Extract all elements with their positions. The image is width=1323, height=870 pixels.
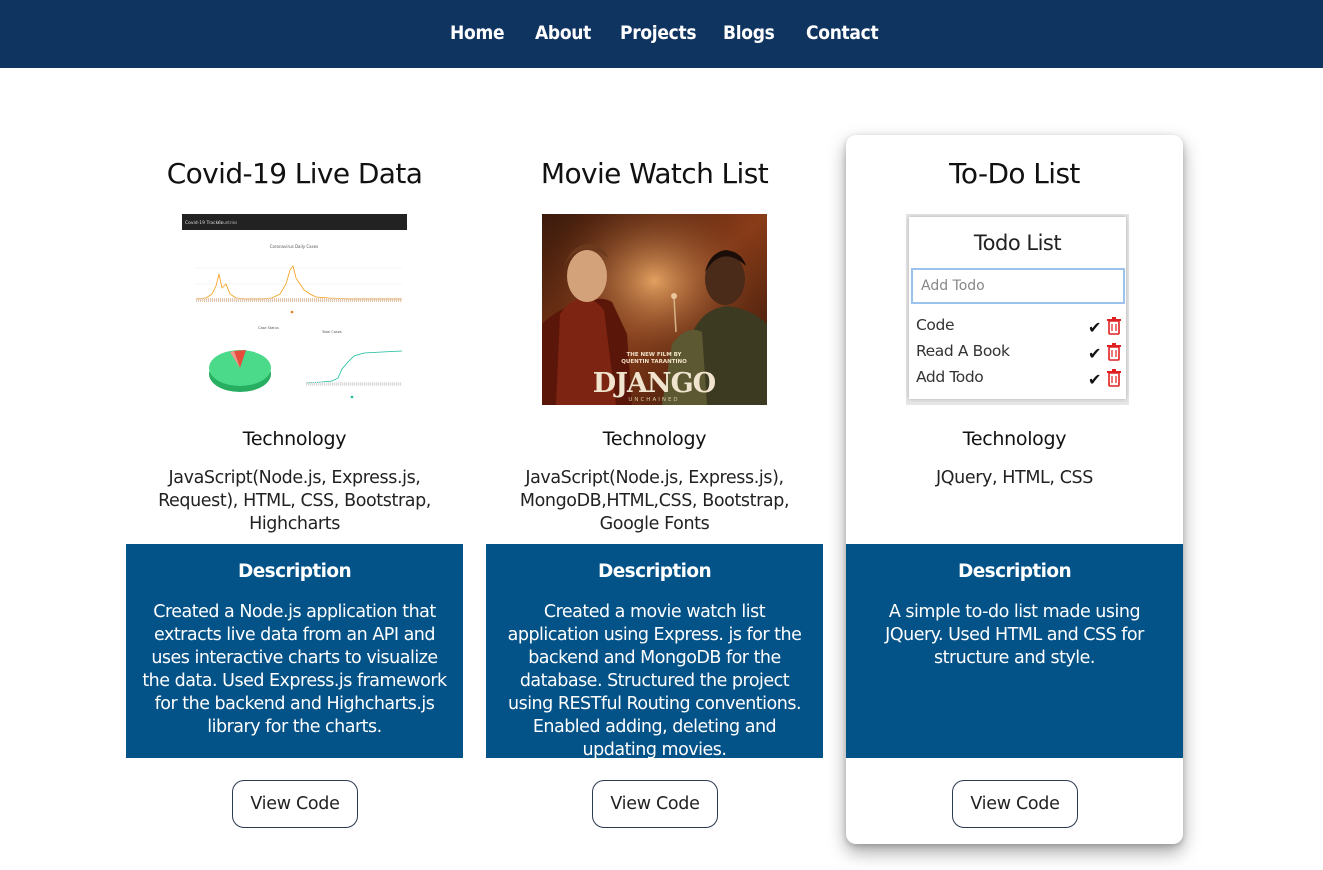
description-heading: Description — [597, 561, 712, 582]
project-title: To-Do List — [949, 157, 1080, 190]
todo-app-title: Todo List — [973, 231, 1062, 255]
trash-icon — [1107, 369, 1121, 387]
view-code-button[interactable]: View Code — [952, 780, 1078, 828]
technology-list: JQuery, HTML, CSS — [936, 468, 1093, 488]
todo-app-image: Todo List Add Todo Code ✔ Read A Book ✔ … — [906, 214, 1129, 405]
technology-list: JavaScript(Node.js, Express.js), MongoDB… — [519, 468, 790, 534]
thumb-chart-title: Case Status — [258, 326, 279, 330]
covid-dashboard-thumbnail: Covid-19 Tracker Countries Coronavirus D… — [182, 214, 407, 405]
thumb-chart-title: Total Cases — [321, 330, 342, 334]
nav-links: Home About Projects Blogs Contact — [0, 0, 1323, 68]
trash-icon — [1107, 317, 1121, 335]
todo-item: Code ✔ — [916, 316, 1121, 340]
poster-subtitle: UNCHAINED — [628, 397, 679, 403]
description-heading: Description — [237, 561, 352, 582]
todo-item-label: Add Todo — [916, 368, 984, 386]
nav-about-link[interactable]: About — [535, 22, 591, 44]
todo-item: Read A Book ✔ — [916, 342, 1121, 366]
nav-home-link[interactable]: Home — [450, 22, 505, 44]
project-card-movie: Movie Watch List THE NEW FILM BY QUENTIN… — [486, 135, 823, 844]
project-title: Movie Watch List — [540, 157, 769, 190]
nav-blogs-link[interactable]: Blogs — [723, 22, 775, 44]
view-code-button[interactable]: View Code — [232, 780, 358, 828]
nav-contact-link[interactable]: Contact — [806, 22, 879, 44]
movie-poster-thumbnail: THE NEW FILM BY QUENTIN TARANTINO DJANGO… — [542, 214, 767, 405]
check-icon: ✔ — [1087, 318, 1101, 337]
description-heading: Description — [957, 561, 1072, 582]
thumb-header-text: Countries — [218, 220, 237, 225]
description-text: A simple to-do list made using JQuery. U… — [885, 602, 1144, 668]
technology-heading: Technology — [242, 428, 347, 450]
nav-projects-link[interactable]: Projects — [620, 22, 697, 44]
description-text: Created a Node.js application that extra… — [142, 602, 447, 737]
todo-item-label: Read A Book — [916, 342, 1010, 360]
thumb-chart-title: Coronavirus Daily Cases — [270, 244, 319, 249]
todo-input-image: Add Todo — [911, 268, 1125, 304]
check-icon: ✔ — [1087, 344, 1101, 363]
trash-icon — [1107, 343, 1121, 361]
technology-list: JavaScript(Node.js, Express.js, Request)… — [158, 468, 431, 534]
covid-dashboard-image: Covid-19 Tracker Countries Coronavirus D… — [182, 214, 407, 405]
technology-heading: Technology — [602, 428, 707, 450]
todo-app-thumbnail: Todo List Add Todo Code ✔ Read A Book ✔ … — [846, 214, 1183, 405]
project-title: Covid-19 Live Data — [166, 157, 423, 190]
todo-item-label: Code — [916, 316, 955, 334]
project-card-covid: Covid-19 Live Data Covid-19 Tracker Coun… — [126, 135, 463, 844]
description-box: Description A simple to-do list made usi… — [846, 544, 1183, 758]
description-box: Description Created a Node.js applicatio… — [126, 544, 463, 758]
technology-heading: Technology — [962, 428, 1067, 450]
check-icon: ✔ — [1087, 370, 1101, 389]
todo-app-panel: Todo List Add Todo Code ✔ Read A Book ✔ … — [909, 217, 1126, 399]
description-text: Created a movie watch list application u… — [507, 602, 802, 760]
description-box: Description Created a movie watch list a… — [486, 544, 823, 760]
django-poster-image: THE NEW FILM BY QUENTIN TARANTINO DJANGO… — [542, 214, 767, 405]
poster-tagline: QUENTIN TARANTINO — [621, 359, 687, 365]
poster-title: DJANGO — [593, 368, 716, 399]
view-code-button[interactable]: View Code — [592, 780, 718, 828]
top-navbar: Home About Projects Blogs Contact — [0, 0, 1323, 68]
poster-tagline: THE NEW FILM BY — [627, 352, 683, 358]
todo-item: Add Todo ✔ — [916, 368, 1121, 392]
project-card-todo: To-Do List Todo List Add Todo Code ✔ Rea… — [846, 135, 1183, 844]
